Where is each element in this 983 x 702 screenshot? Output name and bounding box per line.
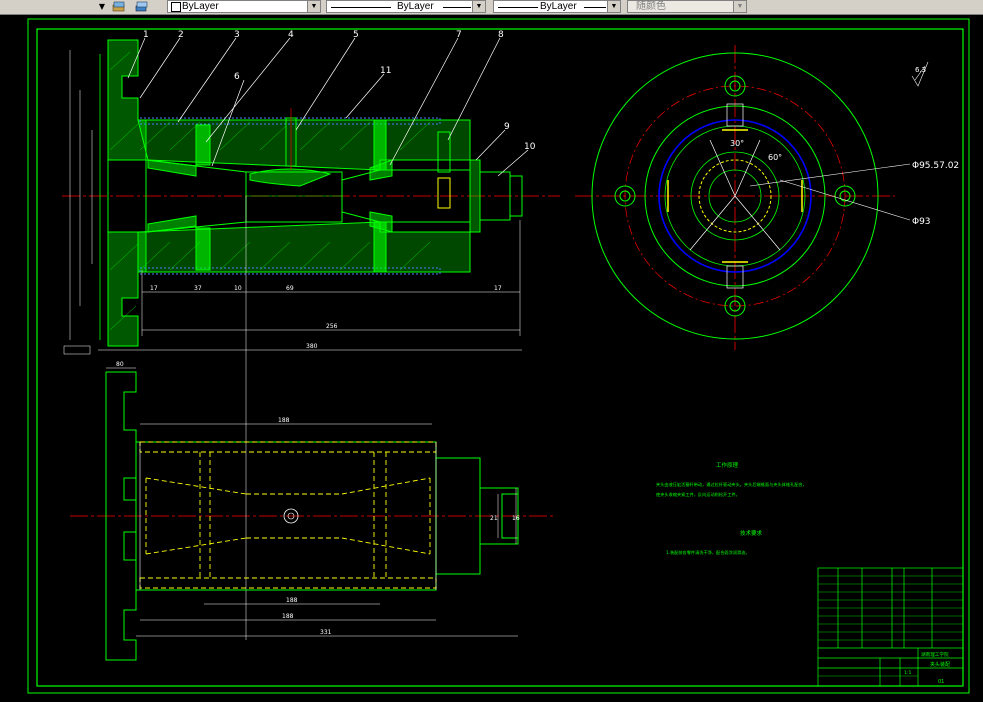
dim-331: 331 [320,629,332,636]
notes-body-1: 夹头由液压缸活塞杆带动，通过拉杆驱动夹头。夹头后端锥面与夹头体锥孔配合， [656,481,807,488]
tech-title: 技术要求 [740,529,763,537]
chevron-down-icon[interactable]: ▼ [607,1,620,12]
dim-17: 17 [150,285,158,292]
angle-30: 30° [730,139,744,148]
lineweight-sample-icon [498,7,538,8]
part-number-2: 2 [178,30,184,40]
part-number-8: 8 [498,30,504,40]
lineweight-sample-tail-icon [584,7,606,8]
tech-body: 1.装配前各零件清洗干净，配合面涂润滑油。 [666,549,750,556]
dim-10: 10 [234,285,242,292]
chevron-down-icon[interactable]: ▼ [472,1,485,12]
notes-body-2: 使夹头收缩夹紧工件，反向运动则松开工件。 [656,491,740,498]
dim-21: 21 [490,515,498,522]
canvas-right-edge [972,15,983,702]
part-number-1: 1 [143,30,149,40]
plotstyle-control-label: 随颜色 [636,1,666,12]
lineweight-control-label: ByLayer [540,1,577,12]
part-number-7: 7 [456,30,462,40]
part-number-5: 5 [353,30,359,40]
dim-380: 380 [306,343,318,350]
dim-256: 256 [326,323,338,330]
part-number-11: 11 [380,66,391,76]
chevron-down-icon[interactable]: ▼ [307,1,320,12]
part-number-3: 3 [234,30,240,40]
dim-69: 69 [286,285,294,292]
linetype-sample-tail-icon [443,7,471,8]
linetype-sample-icon [331,7,391,8]
part-number-9: 9 [504,122,510,132]
notes-title: 工作原理 [716,461,739,469]
title-block-school: 湖南理工学院 [921,651,949,658]
lineweight-control-combo[interactable]: ByLayer ▼ [493,0,621,13]
title-block-scale: 1:1 [904,670,911,676]
linetype-control-label: ByLayer [397,1,434,12]
part-number-10: 10 [524,142,536,152]
dim-80: 80 [116,361,124,368]
color-control-label: ByLayer [182,1,219,12]
layer-states-icon[interactable] [112,0,126,13]
part-number-4: 4 [288,30,294,40]
properties-toolbar: ▼ ByLayer ▼ ByLayer ▼ ByLayer ▼ 随颜色 ▼ [0,0,983,15]
dim-188-lower: 188 [282,613,294,620]
title-block-drawing-name: 夹头装配 [930,661,950,668]
diameter-callout-95: Φ95.57.02 [912,161,959,171]
linetype-control-combo[interactable]: ByLayer ▼ [326,0,486,13]
title-block-sheet: 01 [938,679,944,685]
layer-previous-icon[interactable] [134,0,148,13]
dim-16: 16 [512,515,520,522]
color-control-combo[interactable]: ByLayer ▼ [167,0,321,13]
dim-188-top: 188 [278,417,290,424]
layer-dropdown-arrow[interactable]: ▼ [96,0,108,13]
dim-188: 188 [286,597,298,604]
plotstyle-control-combo[interactable]: 随颜色 ▼ [627,0,747,13]
angle-60: 60° [768,153,782,162]
chevron-down-icon[interactable]: ▼ [733,1,746,12]
part-number-6: 6 [234,72,240,82]
dim-17-right: 17 [494,285,502,292]
drawing-canvas[interactable]: 1 2 3 4 5 6 7 8 9 10 11 17 37 10 69 17 2… [0,15,972,702]
color-swatch-icon [171,2,181,12]
diameter-callout-93: Φ93 [912,217,931,227]
dim-37: 37 [194,285,202,292]
